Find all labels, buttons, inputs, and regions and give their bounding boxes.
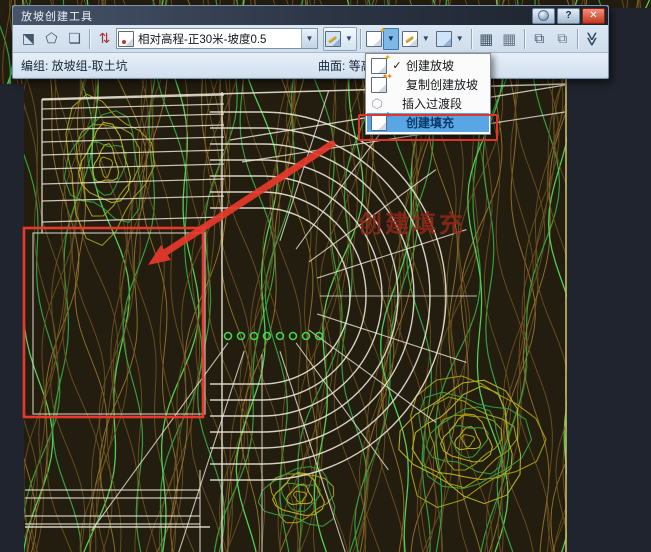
toolbar: ⬔ ⬠ ❏ ⇅ 相对高程-正30米-坡度0.5 ▼ ▼ ✦ ▼ ▼ ▼ xyxy=(13,25,608,53)
menu-item-label: 创建放坡 xyxy=(406,57,454,74)
status-bar: 编组: 放坡组-取土坑 曲面: 等高 xyxy=(13,53,608,77)
menu-item-label: 复制创建放坡 xyxy=(406,76,478,93)
group-status-label: 编组: 放坡组-取土坑 xyxy=(21,57,128,74)
star-badge-icon: ✦ xyxy=(384,54,391,62)
star-badge-icon: ✦ xyxy=(379,27,386,35)
infill-arrow-icon[interactable]: ▼ xyxy=(453,29,467,49)
paste-criteria-button[interactable]: ⧉ xyxy=(551,27,574,51)
grading-layers-button[interactable]: ❏ xyxy=(63,27,86,51)
create-grading-dropdown-menu: ✦ ✓ 创建放坡 ✦✦ 复制创建放坡 ⬡ 插入过渡段 ◆ 创建填充 xyxy=(365,53,491,135)
edit-tools-arrow-icon[interactable]: ▼ xyxy=(419,29,433,49)
toolbar-separator xyxy=(524,29,525,49)
grading-criteria-combobox[interactable]: 相对高程-正30米-坡度0.5 ▼ xyxy=(116,28,318,49)
menu-item-label: 插入过渡段 xyxy=(402,95,462,112)
grading-creation-tools-window: 放坡创建工具 ? ✕ ⬔ ⬠ ❏ ⇅ 相对高程-正30米-坡度0.5 ▼ ▼ ✦… xyxy=(12,5,609,79)
edit-grading-icon xyxy=(325,31,341,47)
close-button[interactable]: ✕ xyxy=(582,8,605,24)
grading-group-properties-button[interactable]: ⬠ xyxy=(40,27,63,51)
toolbar-separator xyxy=(577,29,578,49)
cad-viewport[interactable]: 创建填充 xyxy=(0,0,651,552)
help-button[interactable]: ? xyxy=(557,8,580,24)
menu-item-copy-create-grading[interactable]: ✦✦ 复制创建放坡 xyxy=(367,75,489,94)
window-titlebar[interactable]: 放坡创建工具 ? ✕ xyxy=(13,6,608,25)
create-grading-icon: ✦ xyxy=(366,31,382,47)
window-title: 放坡创建工具 xyxy=(16,8,530,24)
infill-icon xyxy=(436,31,452,47)
transition-prism-icon: ⬡ xyxy=(370,97,384,110)
grading-volume-tools-button[interactable]: ⬔ xyxy=(17,27,40,51)
check-icon: ✓ xyxy=(391,59,403,72)
pin-icon xyxy=(538,10,549,21)
toolbar-separator xyxy=(360,29,361,49)
canvas-annotation-text: 创建填充 xyxy=(357,210,466,238)
copy-criteria-button[interactable]: ⧉ xyxy=(528,27,551,51)
criteria-sheet-icon xyxy=(118,31,134,47)
elevation-editor-button[interactable]: ▦ xyxy=(475,27,498,51)
menu-item-create-infill[interactable]: ◆ 创建填充 xyxy=(367,113,489,132)
edit-grading-split-button[interactable]: ▼ xyxy=(323,27,357,51)
select-criteria-set-button[interactable]: ⇅ xyxy=(93,27,116,51)
pin-button[interactable] xyxy=(532,8,555,24)
infill-split-button[interactable]: ▼ xyxy=(434,27,468,51)
expand-toolbar-chevron-button[interactable]: ≫ xyxy=(580,27,604,50)
criteria-value: 相对高程-正30米-坡度0.5 xyxy=(135,31,301,47)
edit-tools-split-button[interactable]: ▼ xyxy=(400,27,434,51)
create-infill-menu-icon: ◆ xyxy=(371,115,387,131)
edit-tools-icon xyxy=(402,31,418,47)
copy-create-grading-menu-icon: ✦✦ xyxy=(371,77,387,93)
double-star-badge-icon: ✦✦ xyxy=(382,73,391,81)
volume-table-button[interactable]: ▦ xyxy=(498,27,521,51)
criteria-dropdown-arrow-icon[interactable]: ▼ xyxy=(301,29,317,48)
create-grading-split-button[interactable]: ✦ ▼ xyxy=(364,27,400,51)
diamond-badge-icon: ◆ xyxy=(385,111,391,119)
edit-grading-arrow-icon[interactable]: ▼ xyxy=(342,29,356,49)
toolbar-separator xyxy=(89,29,90,49)
menu-item-label: 创建填充 xyxy=(406,114,454,131)
toolbar-separator xyxy=(471,29,472,49)
